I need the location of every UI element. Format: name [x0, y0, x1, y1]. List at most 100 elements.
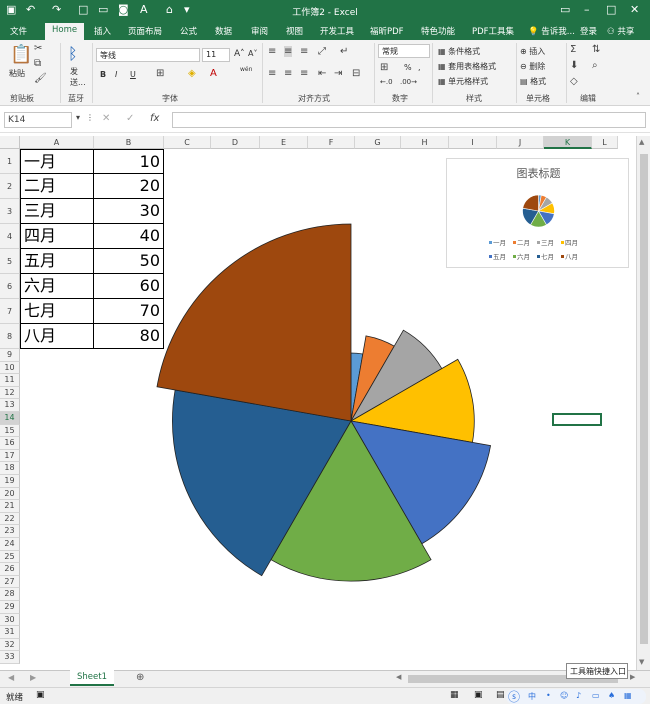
tab-review[interactable]: 审阅: [251, 25, 268, 37]
phonetic-button[interactable]: wén: [240, 66, 252, 73]
ime-chinese-icon[interactable]: 中: [528, 691, 536, 702]
align-right-icon[interactable]: ≡: [300, 68, 308, 79]
row-header-13[interactable]: 13: [0, 399, 20, 412]
formula-input[interactable]: [172, 112, 646, 128]
clear-icon[interactable]: ◇: [570, 76, 578, 87]
select-all-corner[interactable]: [0, 136, 20, 149]
chart-title[interactable]: 图表标题: [517, 166, 561, 180]
row-header-30[interactable]: 30: [0, 613, 20, 627]
grow-font-icon[interactable]: A˄: [234, 49, 245, 59]
font-size-select[interactable]: 11: [202, 48, 230, 62]
tab-view[interactable]: 视图: [286, 25, 303, 37]
tab-insert[interactable]: 插入: [94, 25, 111, 37]
cell-a6[interactable]: 六月: [20, 274, 94, 299]
row-header-20[interactable]: 20: [0, 487, 20, 501]
row-header-27[interactable]: 27: [0, 575, 20, 589]
number-format-select[interactable]: 常规: [378, 44, 430, 58]
increase-decimal-icon[interactable]: ←.0: [380, 78, 393, 86]
tab-features[interactable]: 特色功能: [421, 25, 455, 37]
comma-style-icon[interactable]: ,: [418, 63, 421, 72]
ime-voice-icon[interactable]: ♪: [576, 691, 581, 700]
column-header-c[interactable]: C: [164, 136, 211, 149]
column-header-h[interactable]: H: [401, 136, 449, 149]
row-header-17[interactable]: 17: [0, 449, 20, 463]
increase-indent-icon[interactable]: ⇥: [334, 68, 342, 79]
bold-button[interactable]: B: [100, 70, 106, 79]
row-header-22[interactable]: 22: [0, 512, 20, 526]
column-header-k[interactable]: K: [544, 136, 592, 149]
row-header-12[interactable]: 12: [0, 386, 20, 400]
normal-view-icon[interactable]: ▦: [450, 690, 459, 700]
row-header-21[interactable]: 21: [0, 500, 20, 513]
tab-data[interactable]: 数据: [215, 25, 232, 37]
cell-a7[interactable]: 七月: [20, 299, 94, 324]
next-sheet-icon[interactable]: ▶: [30, 673, 36, 682]
name-box[interactable]: K14: [4, 112, 72, 128]
ime-skin-icon[interactable]: ♠: [608, 691, 615, 700]
page-layout-view-icon[interactable]: ▣: [474, 690, 483, 700]
insert-function-icon[interactable]: fx: [150, 113, 159, 124]
add-sheet-icon[interactable]: ⊕: [136, 672, 144, 683]
legend-entry-4[interactable]: 四月: [565, 239, 578, 247]
fill-color-icon[interactable]: ◈: [188, 68, 196, 79]
borders-icon[interactable]: ⊞: [156, 68, 164, 79]
share-button[interactable]: ⚇ 共享: [607, 25, 634, 37]
cell-b1[interactable]: 10: [94, 149, 164, 174]
row-header-15[interactable]: 15: [0, 424, 20, 438]
wrap-text-icon[interactable]: ↵: [340, 46, 348, 57]
row-header-28[interactable]: 28: [0, 588, 20, 601]
row-header-7[interactable]: 7: [0, 299, 20, 324]
align-center-icon[interactable]: ≡: [284, 68, 292, 79]
small-pie-slice-8[interactable]: [522, 194, 539, 212]
row-header-18[interactable]: 18: [0, 462, 20, 475]
align-top-icon[interactable]: ≡: [268, 46, 276, 57]
vertical-scrollbar[interactable]: ▲ ▼: [636, 136, 650, 670]
collapse-ribbon-icon[interactable]: ˄: [636, 92, 640, 101]
worksheet-grid[interactable]: ABCDEFGHIJKL 1 2 3 4 5 6 7 8 9 10 11 12 13 14 15 16 17 18…: [0, 136, 636, 670]
decrease-indent-icon[interactable]: ⇤: [318, 68, 326, 79]
row-header-14[interactable]: 14: [0, 412, 20, 425]
row-header-4[interactable]: 4: [0, 224, 20, 249]
hscroll-right-icon[interactable]: ▶: [630, 673, 635, 681]
confirm-entry-icon[interactable]: ✓: [126, 113, 134, 124]
cell-styles-button[interactable]: ▦ 单元格样式: [438, 76, 488, 87]
scroll-thumb[interactable]: [640, 154, 648, 644]
format-painter-brush-icon[interactable]: 🖌: [34, 73, 47, 84]
underline-button[interactable]: U: [130, 70, 136, 79]
tab-pdf-tools[interactable]: PDF工具集: [472, 25, 514, 37]
scroll-down-icon[interactable]: ▼: [639, 658, 644, 666]
pie-slice-8[interactable]: [156, 223, 352, 422]
row-header-23[interactable]: 23: [0, 525, 20, 538]
row-header-1[interactable]: 1: [0, 149, 20, 174]
row-header-31[interactable]: 31: [0, 626, 20, 639]
page-break-view-icon[interactable]: ▤: [496, 690, 505, 700]
cut-icon[interactable]: ✂: [34, 43, 42, 54]
maximize-icon[interactable]: □: [606, 3, 616, 16]
italic-button[interactable]: I: [115, 70, 117, 79]
fill-icon[interactable]: ⬇: [570, 60, 578, 71]
ime-emoji-icon[interactable]: ☺: [560, 691, 568, 700]
column-header-b[interactable]: B: [94, 136, 164, 149]
hscroll-left-icon[interactable]: ◀: [396, 673, 401, 681]
cell-a1[interactable]: 一月: [20, 149, 94, 174]
delete-cells-button[interactable]: ⊖ 删除: [520, 61, 545, 72]
cell-a3[interactable]: 三月: [20, 199, 94, 224]
row-header-9[interactable]: 9: [0, 349, 20, 362]
selected-cell-k14[interactable]: [552, 413, 602, 426]
cell-a5[interactable]: 五月: [20, 249, 94, 274]
scroll-up-icon[interactable]: ▲: [639, 138, 644, 146]
decrease-decimal-icon[interactable]: .00→: [400, 78, 417, 86]
tab-page-layout[interactable]: 页面布局: [128, 25, 162, 37]
ime-keyboard-icon[interactable]: ▭: [592, 691, 600, 700]
cell-a8[interactable]: 八月: [20, 324, 94, 349]
shrink-font-icon[interactable]: A˅: [248, 49, 257, 58]
column-header-g[interactable]: G: [355, 136, 401, 149]
row-header-25[interactable]: 25: [0, 550, 20, 564]
column-header-j[interactable]: J: [497, 136, 544, 149]
conditional-formatting-button[interactable]: ▦ 条件格式: [438, 46, 480, 57]
find-select-icon[interactable]: ⌕: [592, 60, 598, 71]
column-header-f[interactable]: F: [308, 136, 355, 149]
sheet-tab-sheet1[interactable]: Sheet1: [70, 670, 114, 686]
row-header-10[interactable]: 10: [0, 361, 20, 375]
autosum-icon[interactable]: Σ: [570, 44, 576, 55]
